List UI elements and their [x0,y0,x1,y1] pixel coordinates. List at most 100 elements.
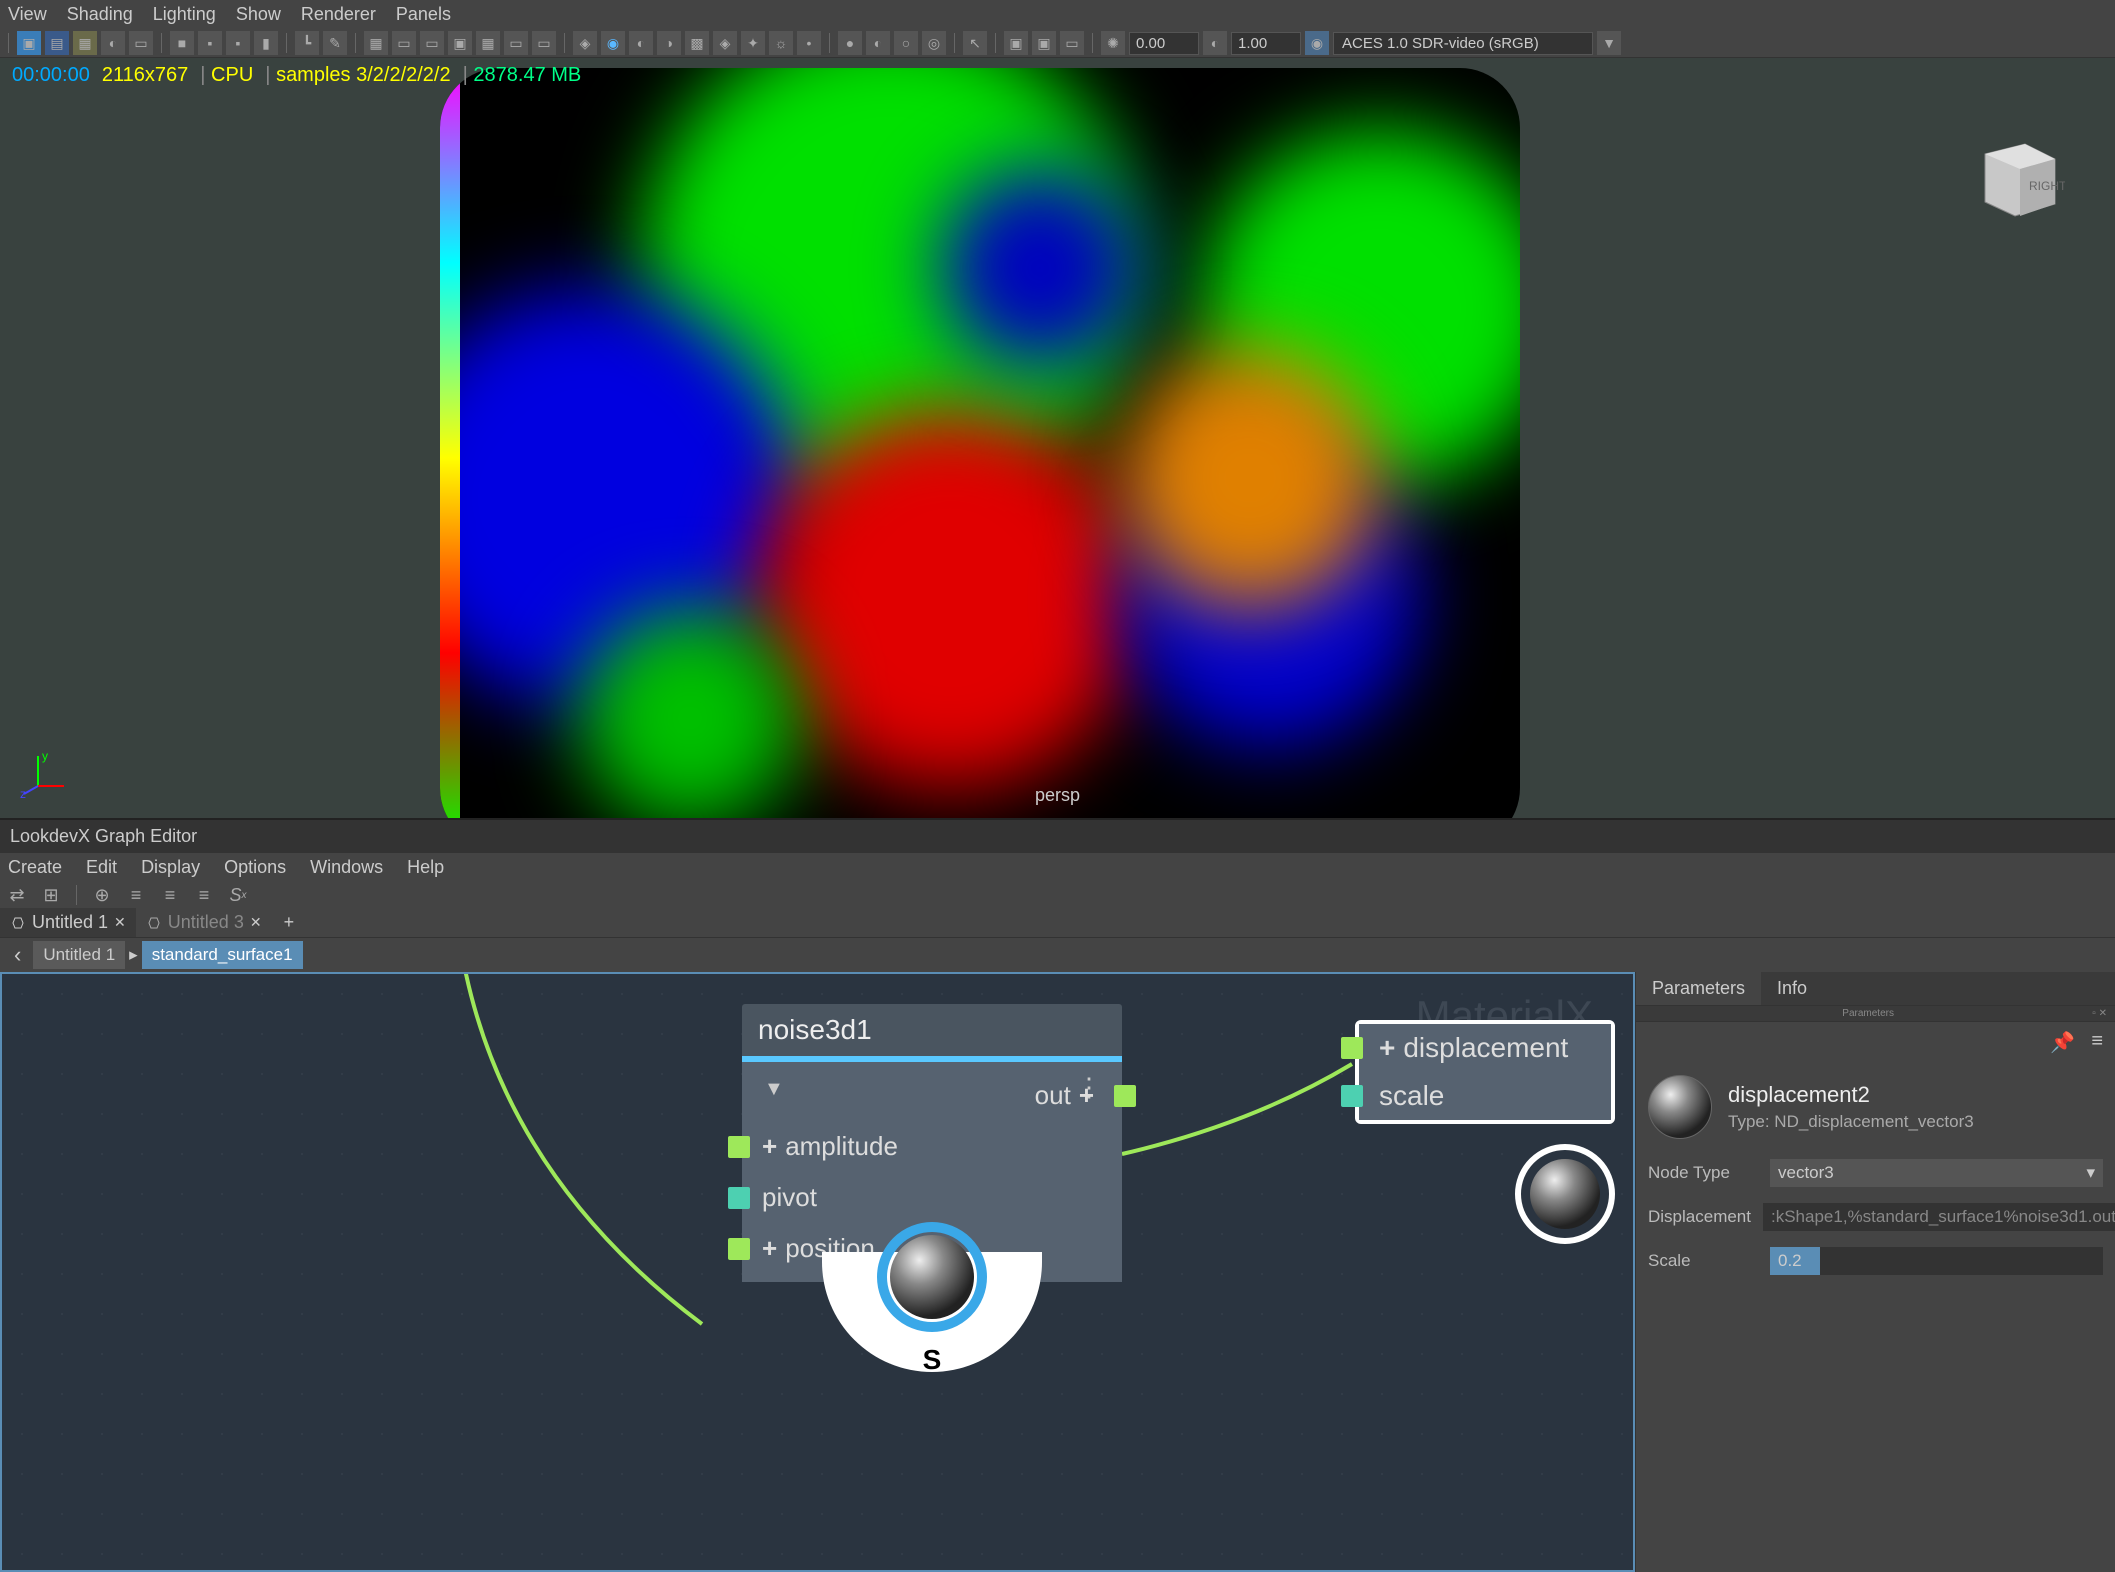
colorspace-dropdown[interactable]: ACES 1.0 SDR-video (sRGB) [1333,32,1593,55]
node-displacement[interactable]: +displacement scale [1355,1020,1615,1124]
solo-label: S [923,1344,942,1376]
link-icon [10,915,26,931]
viewcube[interactable]: RIGHT [1965,124,2065,224]
isolate2-icon[interactable]: ◐ [866,31,890,55]
tab-untitled-1[interactable]: Untitled 1 ✕ [0,908,136,937]
ge-menu-edit[interactable]: Edit [86,857,117,878]
safe-title-icon[interactable]: ▭ [532,31,556,55]
menu-shading[interactable]: Shading [67,4,133,25]
breadcrumb-root[interactable]: Untitled 1 [33,941,125,969]
film-gate-icon[interactable]: ▭ [392,31,416,55]
pin-icon[interactable]: 📌 [2050,1030,2075,1055]
shaded-icon[interactable]: ◉ [601,31,625,55]
breadcrumb-back-button[interactable]: ‹ [4,940,31,970]
xray-icon[interactable]: ◎ [922,31,946,55]
field-chart-icon[interactable]: ▦ [476,31,500,55]
snap1-icon[interactable]: ▣ [1004,31,1028,55]
colorspace-icon[interactable]: ◉ [1305,31,1329,55]
menu-renderer[interactable]: Renderer [301,4,376,25]
gate-mask-icon[interactable]: ▣ [448,31,472,55]
tab-label: Untitled 1 [32,912,108,933]
ge-tool-list3-icon[interactable]: ≡ [191,884,217,906]
gamma-icon[interactable]: ◐ [1203,31,1227,55]
menu-view[interactable]: View [8,4,47,25]
panel-controls-icon[interactable]: ▫ ✕ [2092,1008,2107,1019]
props-tab-parameters[interactable]: Parameters [1636,972,1761,1005]
menu-panels[interactable]: Panels [396,4,451,25]
props-row-displacement: Displacement :kShape1,%standard_surface1… [1636,1195,2115,1239]
props-label: Displacement [1648,1207,1751,1227]
sphere-icon[interactable]: ◐ [101,31,125,55]
exposure-field[interactable] [1129,32,1199,55]
scale-slider[interactable]: 0.2 [1770,1247,2103,1275]
ge-menu-create[interactable]: Create [8,857,62,878]
ge-menu-help[interactable]: Help [407,857,444,878]
film-icon[interactable]: ▭ [129,31,153,55]
cursor-icon[interactable]: ↖ [963,31,987,55]
ge-tool-list1-icon[interactable]: ≡ [123,884,149,906]
dropdown-arrow-icon[interactable]: ▼ [1597,31,1621,55]
tab-close-icon[interactable]: ✕ [250,914,262,931]
tab-add-button[interactable]: + [272,908,307,937]
viewport[interactable]: 00:00:00 2116x767 | CPU | samples 3/2/2/… [0,58,2115,818]
tab-untitled-3[interactable]: Untitled 3 ✕ [136,908,272,937]
graph-canvas[interactable]: MaterialX noise3d1 ▼ ⋮ out+ +amplitude [0,972,1635,1572]
graph-editor-toolbar: ⇄ ⊞ ⊕ ≡ ≡ ≡ Sx [0,882,2115,908]
stat-device: CPU [211,64,253,86]
exposure-icon[interactable]: ✺ [1101,31,1125,55]
snap2-icon[interactable]: ▣ [1032,31,1056,55]
node-port-pivot[interactable]: pivot [742,1172,1122,1223]
ge-tool-solo-icon[interactable]: Sx [225,884,251,906]
props-tab-info[interactable]: Info [1761,972,1823,1005]
node-port-out[interactable]: out+ [742,1070,1122,1121]
ge-tool-layout-icon[interactable]: ⊞ [38,884,64,906]
menu-show[interactable]: Show [236,4,281,25]
ge-menu-options[interactable]: Options [224,857,286,878]
node-port-displacement[interactable]: +displacement [1359,1024,1611,1072]
bookmark-icon[interactable]: ▤ [45,31,69,55]
light1-icon[interactable]: ☼ [769,31,793,55]
light2-icon[interactable]: • [797,31,821,55]
breadcrumb-separator-icon: ▸ [127,945,140,965]
graph-editor-body: MaterialX noise3d1 ▼ ⋮ out+ +amplitude [0,972,2115,1572]
stat-memory: 2878.47 MB [473,64,581,86]
menu-icon[interactable]: ≡ [2091,1030,2103,1055]
ge-menu-display[interactable]: Display [141,857,200,878]
ge-tool-connect-icon[interactable]: ⇄ [4,884,30,906]
ge-tool-add-icon[interactable]: ⊕ [89,884,115,906]
camera-settings-icon[interactable]: ▪ [198,31,222,55]
svg-text:y: y [42,749,48,763]
shadows-icon[interactable]: ▩ [685,31,709,55]
breadcrumb-current[interactable]: standard_surface1 [142,941,303,969]
ao-icon[interactable]: ◈ [713,31,737,55]
ge-tool-list2-icon[interactable]: ≡ [157,884,183,906]
menu-lighting[interactable]: Lighting [153,4,216,25]
snap3-icon[interactable]: ▭ [1060,31,1084,55]
isolate1-icon[interactable]: ● [838,31,862,55]
select-camera-icon[interactable]: ▣ [17,31,41,55]
gamma-field[interactable] [1231,32,1301,55]
resolution-gate-icon[interactable]: ▭ [420,31,444,55]
wireframe-icon[interactable]: ◈ [573,31,597,55]
shelf-icon[interactable]: ┗ [295,31,319,55]
ge-menu-windows[interactable]: Windows [310,857,383,878]
displacement-field[interactable]: :kShape1,%standard_surface1%noise3d1.out [1763,1203,2115,1231]
props-thumbnail [1648,1075,1712,1139]
node-noise3d1[interactable]: noise3d1 ▼ ⋮ out+ +amplitude pivot [742,1004,1122,1282]
textured-icon[interactable]: ◐ [629,31,653,55]
isolate3-icon[interactable]: ○ [894,31,918,55]
tab-close-icon[interactable]: ✕ [114,914,126,931]
motion-blur-icon[interactable]: ✦ [741,31,765,55]
node-port-scale[interactable]: scale [1359,1072,1611,1120]
bookmark2-icon[interactable]: ▮ [254,31,278,55]
camera-icon[interactable]: ■ [170,31,194,55]
use-lights-icon[interactable]: ◑ [657,31,681,55]
image-plane-icon[interactable]: ▦ [73,31,97,55]
safe-action-icon[interactable]: ▭ [504,31,528,55]
pencil-icon[interactable]: ✎ [323,31,347,55]
node-port-amplitude[interactable]: +amplitude [742,1121,1122,1172]
render-stats: 00:00:00 2116x767 | CPU | samples 3/2/2/… [12,64,581,88]
grid-icon[interactable]: ▦ [364,31,388,55]
camera-lock-icon[interactable]: ▪ [226,31,250,55]
nodetype-dropdown[interactable]: vector3▾ [1770,1159,2103,1187]
